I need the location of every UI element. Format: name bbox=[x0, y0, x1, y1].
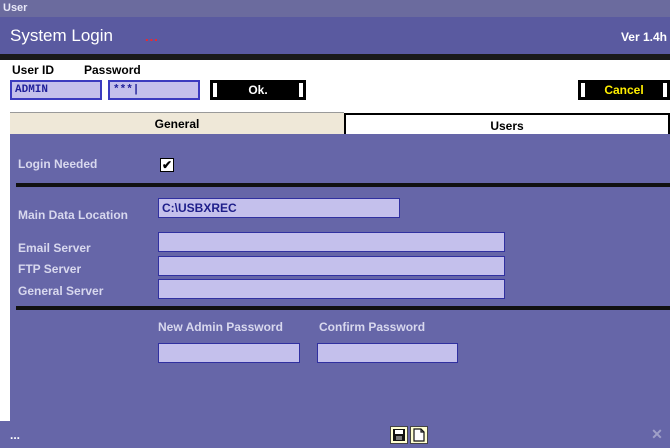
page-title: System Login bbox=[10, 26, 113, 45]
header: System Login ... Ver 1.4h bbox=[0, 17, 670, 54]
password-input[interactable]: ***| bbox=[108, 80, 200, 100]
statusbar: ... ✕ bbox=[0, 421, 670, 448]
new-admin-password-label: New Admin Password bbox=[158, 320, 283, 334]
email-server-input[interactable] bbox=[158, 232, 505, 252]
confirm-password-input[interactable] bbox=[317, 343, 458, 363]
user-id-label: User ID bbox=[12, 63, 55, 77]
section-divider bbox=[16, 306, 670, 310]
user-window: User System Login ... Ver 1.4h User ID P… bbox=[0, 0, 670, 448]
cancel-button[interactable]: Cancel bbox=[578, 80, 670, 100]
ok-button[interactable]: Ok. bbox=[210, 80, 306, 100]
main-data-location-input[interactable]: C:\USBXREC bbox=[158, 198, 400, 218]
general-server-label: General Server bbox=[18, 284, 104, 298]
section-divider bbox=[16, 183, 670, 187]
new-document-icon-glyph bbox=[413, 428, 425, 442]
save-icon[interactable] bbox=[390, 426, 408, 444]
login-bar: User ID Password ADMIN ***| Ok. Cancel bbox=[0, 60, 670, 104]
tab-bar: General Users bbox=[10, 112, 670, 134]
status-text: ... bbox=[10, 428, 21, 442]
confirm-password-label: Confirm Password bbox=[319, 320, 426, 334]
login-needed-label: Login Needed bbox=[18, 157, 98, 171]
new-admin-password-input[interactable] bbox=[158, 343, 300, 363]
new-document-icon[interactable] bbox=[410, 426, 428, 444]
close-icon[interactable]: ✕ bbox=[648, 426, 666, 443]
password-label: Password bbox=[84, 63, 141, 77]
window-titlebar: User bbox=[0, 0, 670, 17]
ftp-server-input[interactable] bbox=[158, 256, 505, 276]
version-label: Ver 1.4h bbox=[620, 30, 667, 44]
tab-users[interactable]: Users bbox=[344, 113, 670, 134]
main-data-location-label: Main Data Location bbox=[18, 208, 129, 222]
user-id-input[interactable]: ADMIN bbox=[10, 80, 102, 100]
general-panel: Login Needed ✔ Main Data Location C:\USB… bbox=[10, 134, 670, 421]
tab-general[interactable]: General bbox=[10, 112, 344, 134]
window-title: User bbox=[3, 2, 28, 14]
header-dots: ... bbox=[145, 29, 159, 44]
cancel-button-label: Cancel bbox=[604, 83, 644, 97]
save-icon-glyph bbox=[393, 429, 405, 441]
ftp-server-label: FTP Server bbox=[18, 262, 82, 276]
general-server-input[interactable] bbox=[158, 279, 505, 299]
email-server-label: Email Server bbox=[18, 241, 91, 255]
ok-button-label: Ok. bbox=[248, 83, 268, 97]
login-needed-checkbox[interactable]: ✔ bbox=[160, 158, 174, 172]
